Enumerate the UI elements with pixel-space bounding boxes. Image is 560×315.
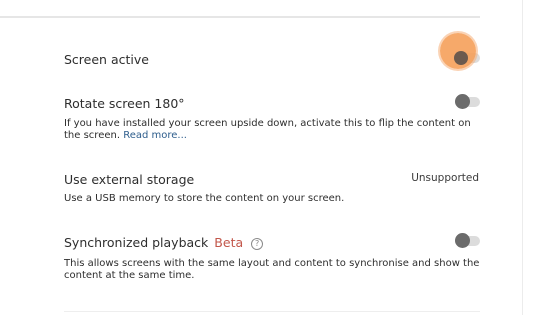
panel-right-edge [522, 0, 523, 315]
sync-playback-toggle[interactable] [455, 233, 480, 248]
sync-playback-description: This allows screens with the same layout… [64, 258, 480, 281]
rotate-screen-toggle-knob [455, 94, 470, 109]
read-more-link[interactable]: Read more... [123, 130, 187, 141]
screen-active-press-ripple[interactable] [440, 33, 476, 69]
beta-badge: Beta [214, 235, 244, 250]
screen-active-toggle-knob [454, 51, 468, 65]
external-storage-label: Use external storage [64, 172, 195, 187]
top-divider [0, 16, 480, 18]
sync-playback-label: Synchronized playback [64, 235, 209, 250]
help-icon[interactable]: ? [251, 237, 264, 250]
external-storage-status: Unsupported [411, 172, 479, 184]
rotate-screen-description: If you have installed your screen upside… [64, 118, 482, 142]
sync-playback-toggle-knob [455, 233, 470, 248]
screen-active-label: Screen active [64, 52, 149, 67]
sync-playback-title: Synchronized playback Beta? [64, 235, 264, 250]
bottom-divider [64, 311, 480, 312]
rotate-screen-label: Rotate screen 180° [64, 96, 185, 111]
rotate-screen-toggle[interactable] [455, 94, 480, 109]
external-storage-description: Use a USB memory to store the content on… [64, 193, 345, 204]
